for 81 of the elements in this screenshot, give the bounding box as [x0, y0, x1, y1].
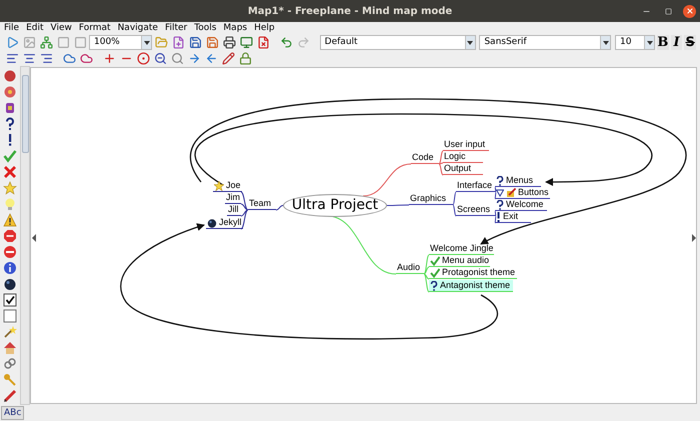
pencil-icon — [506, 188, 516, 198]
save-icon[interactable] — [187, 34, 203, 50]
map-node[interactable]: Antagonist theme — [429, 280, 513, 292]
format-button[interactable]: I — [670, 35, 682, 50]
map-node[interactable]: Joe — [213, 180, 242, 192]
lock-icon[interactable] — [237, 50, 253, 66]
branch-line — [386, 204, 410, 206]
exclamation-mark-icon — [496, 212, 501, 222]
dropdown-caret-icon — [646, 40, 653, 44]
star-icon — [214, 180, 224, 190]
map-node[interactable]: Screens — [456, 204, 496, 216]
menu-item[interactable]: Maps — [223, 22, 248, 34]
pencil-icon[interactable] — [220, 50, 236, 66]
question-mark-icon — [496, 200, 504, 210]
triangle-icon — [496, 188, 504, 196]
menu-item[interactable]: Filter — [164, 22, 188, 34]
scrollbar[interactable] — [20, 66, 30, 405]
map-node[interactable]: Buttons — [495, 187, 550, 199]
dropdown-caret-icon — [467, 40, 474, 44]
map-node[interactable]: Menus — [495, 175, 541, 187]
menu-item[interactable]: Edit — [26, 22, 44, 34]
map-node[interactable]: Team — [248, 198, 276, 210]
zoom-combo[interactable]: 100% — [89, 35, 152, 50]
star-icon[interactable] — [1, 180, 19, 196]
map-node[interactable]: Protagonist theme — [429, 267, 517, 279]
close-icon — [686, 7, 694, 15]
bomb-icon — [207, 218, 217, 228]
dropdown-caret-icon — [144, 40, 150, 44]
branch-line — [362, 164, 412, 196]
question-mark-icon — [430, 280, 438, 290]
menu-item[interactable]: File — [4, 22, 20, 34]
menu-item[interactable]: View — [50, 22, 72, 34]
map-node[interactable]: Graphics — [409, 193, 453, 205]
minus-icon[interactable] — [1, 244, 19, 260]
menu-item[interactable]: Help — [254, 22, 275, 34]
info-icon[interactable] — [1, 260, 19, 276]
zoom-out-icon[interactable] — [152, 50, 168, 66]
expand-icon[interactable] — [135, 50, 151, 66]
stop-icon[interactable] — [1, 228, 19, 244]
map-node[interactable]: Welcome — [495, 199, 547, 211]
checkbox-icon[interactable] — [1, 308, 19, 324]
style-combo[interactable]: Default — [320, 35, 476, 50]
map-node[interactable]: Welcome Jingle — [429, 243, 494, 255]
format-button[interactable]: S — [684, 35, 696, 50]
map-node[interactable]: Jill — [227, 204, 241, 216]
maximize-icon — [664, 8, 672, 14]
status-button[interactable]: ABc — [1, 406, 24, 420]
map-node[interactable]: Menu audio — [429, 255, 490, 267]
map-node[interactable]: Interface — [456, 180, 496, 192]
map-node[interactable]: Output — [443, 163, 483, 175]
map-node[interactable]: Exit — [495, 211, 531, 223]
root-node[interactable]: Ultra Project — [283, 194, 387, 217]
map-icon[interactable] — [38, 34, 54, 50]
collapse-left-icon[interactable] — [32, 234, 36, 242]
collapse-right-icon[interactable] — [692, 234, 696, 242]
window-title: Map1* - Freeplane - Mind map mode — [246, 4, 454, 18]
scroll-thumb[interactable] — [22, 75, 28, 153]
dropdown-caret-icon — [602, 40, 609, 44]
format-button[interactable]: B — [657, 35, 669, 50]
size-combo[interactable]: 10 — [615, 35, 656, 50]
menu-item[interactable]: Format — [78, 22, 111, 34]
printer-icon[interactable] — [221, 34, 237, 50]
map-node[interactable]: Jekyll — [206, 217, 243, 229]
search-icon[interactable] — [169, 50, 185, 66]
map-node[interactable]: User input — [443, 139, 489, 151]
map-node[interactable]: Logic — [443, 151, 483, 163]
checkbox-checked-icon[interactable] — [1, 292, 19, 308]
map-node[interactable]: Audio — [396, 262, 424, 274]
map-node[interactable]: Jim — [225, 192, 241, 204]
map-node[interactable]: Code — [411, 152, 439, 164]
font-combo[interactable]: SansSerif — [479, 35, 612, 50]
monitor-icon[interactable] — [238, 34, 254, 50]
close-button[interactable] — [683, 4, 696, 18]
cross-icon[interactable] — [1, 164, 19, 180]
pencil-icon[interactable] — [1, 388, 19, 404]
check-icon[interactable] — [1, 148, 19, 164]
warning-icon[interactable] — [1, 212, 19, 228]
menu-item[interactable]: Navigate — [118, 22, 158, 34]
question-mark-icon — [496, 176, 504, 186]
menu-item[interactable]: Tools — [194, 22, 216, 34]
branch-line — [276, 205, 284, 210]
